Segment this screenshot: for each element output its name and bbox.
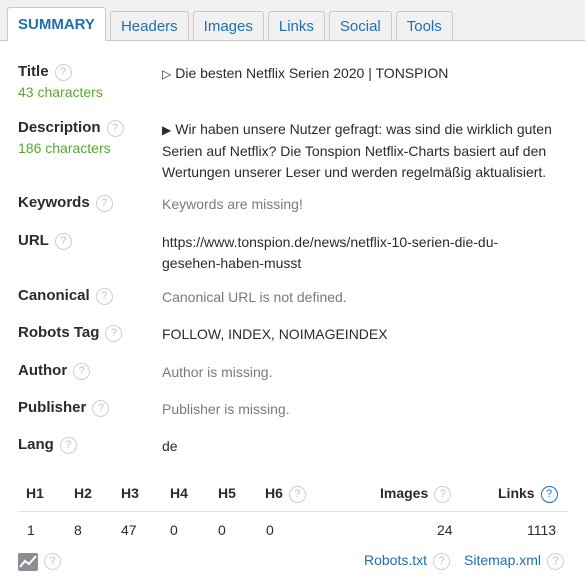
links-help-icon[interactable]: ? [540, 485, 558, 503]
h5-count: 0 [218, 522, 226, 538]
tab-social[interactable]: Social [328, 11, 392, 41]
url-value: https://www.tonspion.de/news/netflix-10-… [162, 234, 499, 271]
stats-divider [18, 511, 568, 512]
h1-header: H1 [26, 485, 44, 501]
keywords-label: Keywords [18, 194, 90, 211]
h1-count: 1 [27, 522, 35, 538]
description-label: Description [18, 119, 101, 136]
keywords-label-wrap: Keywords? [18, 194, 113, 212]
h6-header-wrap: H6? [265, 485, 306, 503]
robots-link-wrap: Robots.txt? [364, 552, 451, 570]
author-label: Author [18, 362, 68, 379]
title-play-outline-icon: ▷ [162, 67, 172, 81]
h4-header: H4 [170, 485, 188, 501]
publisher-value: Publisher is missing. [162, 401, 290, 417]
url-label-wrap: URL? [18, 232, 72, 250]
author-row: Author? Author is missing. [18, 362, 568, 386]
tab-summary[interactable]: SUMMARY [7, 7, 106, 41]
tab-bar: SUMMARY Headers Images Links Social Tool… [7, 7, 457, 41]
line-chart-icon[interactable] [18, 553, 38, 571]
description-value-wrap: ▶ Wir haben unsere Nutzer gefragt: was si… [162, 119, 562, 183]
lang-label: Lang [18, 436, 54, 453]
keywords-help-icon[interactable]: ? [95, 194, 113, 212]
h4-count: 0 [170, 522, 178, 538]
robots-txt-link[interactable]: Robots.txt [364, 552, 427, 568]
h5-header: H5 [218, 485, 236, 501]
canonical-help-icon[interactable]: ? [95, 287, 113, 305]
canonical-row: Canonical? Canonical URL is not defined. [18, 287, 568, 311]
tab-headers[interactable]: Headers [109, 11, 189, 41]
robots-label: Robots Tag [18, 324, 100, 341]
sitemap-xml-link[interactable]: Sitemap.xml [464, 552, 541, 568]
publisher-row: Publisher? Publisher is missing. [18, 399, 568, 423]
title-value: Die besten Netflix Serien 2020 | TONSPIO… [175, 65, 449, 81]
robots-value: FOLLOW, INDEX, NOIMAGEINDEX [162, 326, 388, 342]
keywords-value: Keywords are missing! [162, 196, 303, 212]
lang-label-wrap: Lang? [18, 436, 77, 454]
publisher-help-icon[interactable]: ? [92, 399, 110, 417]
images-header-wrap: Images? [380, 485, 452, 503]
title-row: Title? 43 characters ▷ Die besten Netflix… [18, 63, 568, 103]
author-value: Author is missing. [162, 364, 273, 380]
links-header-wrap: Links? [498, 485, 558, 503]
description-value: Wir haben unsere Nutzer gefragt: was sin… [162, 121, 552, 180]
description-row: Description? 186 characters ▶ Wir haben u… [18, 119, 568, 185]
publisher-label: Publisher [18, 399, 87, 416]
lang-help-icon[interactable]: ? [59, 436, 77, 454]
title-char-count: 43 characters [18, 84, 103, 100]
robots-help-icon[interactable]: ? [105, 324, 123, 342]
lang-row: Lang? de [18, 436, 568, 460]
links-header: Links [498, 485, 535, 501]
canonical-label: Canonical [18, 287, 90, 304]
tab-tools[interactable]: Tools [395, 11, 453, 41]
tab-links[interactable]: Links [267, 11, 325, 41]
lang-value: de [162, 438, 178, 454]
canonical-value: Canonical URL is not defined. [162, 289, 347, 305]
chart-help-icon[interactable]: ? [44, 553, 61, 570]
h2-count: 8 [74, 522, 82, 538]
title-label-wrap: Title? [18, 63, 72, 81]
url-help-icon[interactable]: ? [54, 232, 72, 250]
images-count: 24 [437, 522, 453, 538]
tab-images[interactable]: Images [192, 11, 264, 41]
url-label: URL [18, 232, 49, 249]
url-row: URL? https://www.tonspion.de/news/netfli… [18, 232, 568, 276]
publisher-label-wrap: Publisher? [18, 399, 110, 417]
keywords-row: Keywords? Keywords are missing! [18, 194, 568, 218]
h2-header: H2 [74, 485, 92, 501]
h3-count: 47 [121, 522, 137, 538]
description-play-filled-icon: ▶ [162, 123, 172, 137]
sitemap-link-wrap: Sitemap.xml? [464, 552, 565, 570]
author-label-wrap: Author? [18, 362, 91, 380]
h3-header: H3 [121, 485, 139, 501]
h6-header: H6 [265, 485, 283, 501]
h6-count: 0 [266, 522, 274, 538]
title-label: Title [18, 63, 49, 80]
images-header: Images [380, 485, 429, 501]
title-value-wrap: ▷ Die besten Netflix Serien 2020 | TONSPI… [162, 63, 562, 85]
description-help-icon[interactable]: ? [106, 119, 124, 137]
author-help-icon[interactable]: ? [73, 362, 91, 380]
robots-txt-help-icon[interactable]: ? [433, 552, 451, 570]
title-help-icon[interactable]: ? [54, 63, 72, 81]
robots-row: Robots Tag? FOLLOW, INDEX, NOIMAGEINDEX [18, 324, 568, 348]
robots-label-wrap: Robots Tag? [18, 324, 123, 342]
headers-help-icon[interactable]: ? [288, 485, 306, 503]
description-char-count: 186 characters [18, 140, 111, 156]
summary-panel: Title? 43 characters ▷ Die besten Netflix… [0, 40, 585, 578]
links-count: 1113 [527, 522, 557, 538]
description-label-wrap: Description? [18, 119, 124, 137]
canonical-label-wrap: Canonical? [18, 287, 113, 305]
sitemap-help-icon[interactable]: ? [547, 552, 565, 570]
images-help-icon[interactable]: ? [434, 485, 452, 503]
